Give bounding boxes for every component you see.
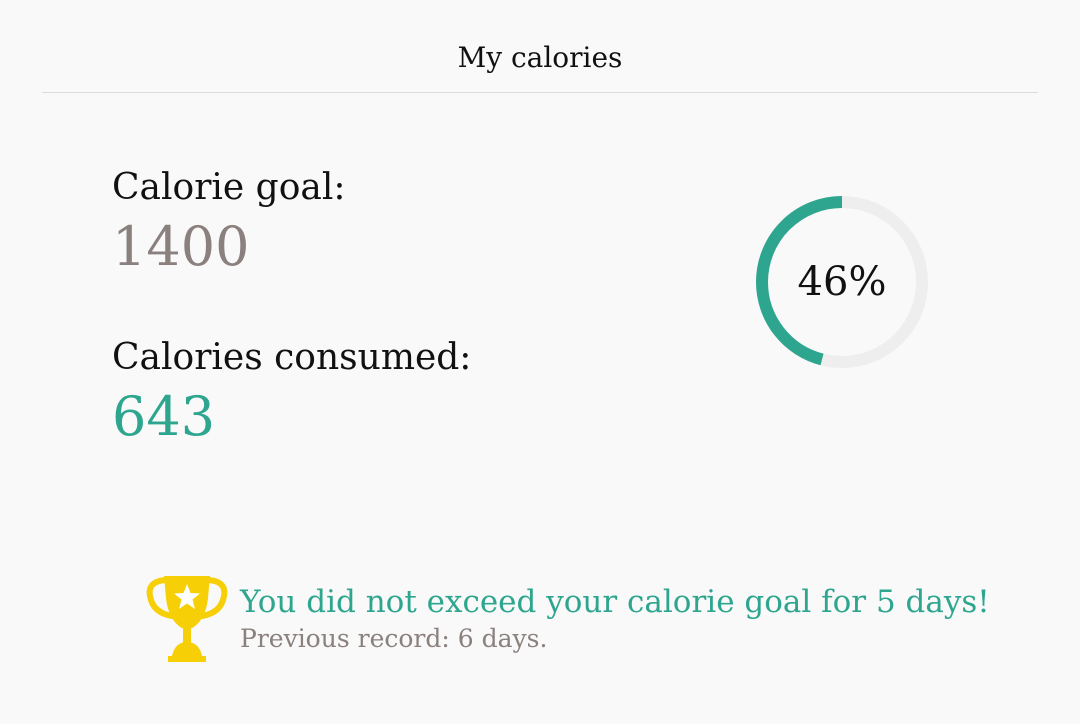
calorie-goal-value: 1400: [112, 215, 250, 278]
previous-record-text: Previous record: 6 days.: [240, 624, 548, 653]
header-divider: [42, 92, 1038, 93]
trophy-icon: [146, 576, 228, 662]
calories-consumed-label: Calories consumed:: [112, 337, 472, 378]
progress-ring: 46%: [752, 192, 932, 372]
progress-percent-text: 46%: [797, 259, 887, 305]
page-title: My calories: [457, 41, 623, 74]
achievement-message: You did not exceed your calorie goal for…: [240, 584, 990, 620]
calorie-goal-label: Calorie goal:: [112, 167, 346, 208]
calories-consumed-value: 643: [112, 385, 216, 448]
